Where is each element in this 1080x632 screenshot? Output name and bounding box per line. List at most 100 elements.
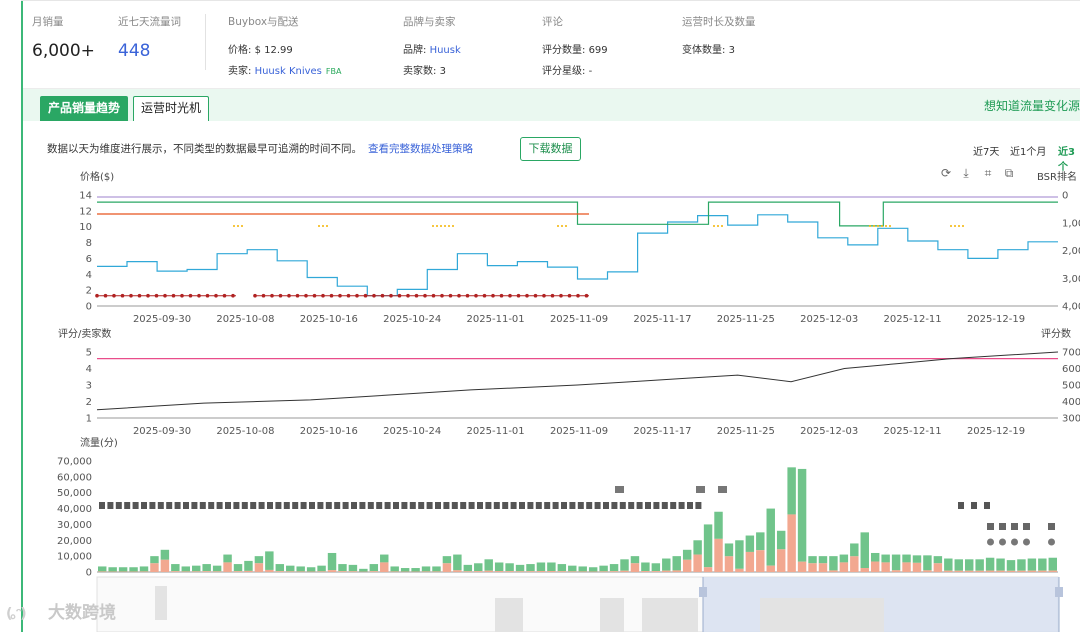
bsr-tick-label: 1,00 [1062,218,1080,229]
traffic-bar-ad-part [933,563,943,572]
traffic-bar-ad-part [902,562,911,572]
traffic-bar [223,554,232,563]
traffic-bar [672,556,681,571]
traffic-bar [651,563,661,572]
traffic-bar [338,564,347,572]
traffic-bar-ad-part [985,570,995,572]
event-flag-icon [199,502,206,509]
date-tick-label: 2025-09-30 [133,314,191,325]
event-flag-icon [552,502,559,509]
traffic-bar-ad-part [682,559,692,572]
traffic-bar [850,543,859,557]
traffic-bar-ad-part [275,571,285,572]
review-tick-label: 3 [86,381,92,392]
traffic-bar [860,532,869,569]
traffic-bar [400,568,410,572]
event-flag-icon [401,502,408,509]
review-count-tick-label: 300 [1062,414,1080,425]
traffic-bar-ad-part [212,571,222,572]
traffic-bar-ad-part [609,571,619,572]
date-tick-label: 2025-11-17 [633,314,691,325]
traffic-bar-ad-part [139,571,149,572]
event-marker-icon [1023,523,1030,530]
date-tick-label: 2025-10-16 [300,426,358,437]
traffic-bar-ad-part [923,570,932,572]
event-flag-icon [107,502,114,509]
date-tick-label: 2025-12-03 [800,426,858,437]
event-flag-icon [586,502,593,509]
traffic-bar [254,556,264,564]
traffic-bar [265,551,274,570]
traffic-bar-ad-part [1048,570,1057,572]
traffic-bar-ad-part [756,550,765,572]
traffic-bar [578,566,587,572]
range-grip-right-icon [1055,587,1063,597]
traffic-tick-label: 0 [86,568,92,579]
event-flag-icon [359,502,366,509]
traffic-bar [933,556,943,564]
traffic-bar [912,555,922,563]
traffic-bar [359,568,368,572]
navigator-preview-bar [600,598,624,632]
event-flag-icon [115,502,122,509]
traffic-bar-ad-part [296,571,305,572]
traffic-bar [244,560,253,571]
traffic-bar [985,557,995,571]
traffic-bar-ad-part [735,568,744,572]
traffic-bar [588,567,598,572]
date-tick-label: 2025-12-19 [967,426,1025,437]
price-tick-label: 0 [86,302,92,313]
traffic-bar-ad-part [808,563,817,572]
traffic-bar-ad-part [526,571,535,572]
page: 月销量 6,000+ 近七天流量词 448 Buybox与配送 价格: $ 12… [0,0,1080,632]
date-tick-label: 2025-12-19 [967,314,1025,325]
traffic-bar [808,556,817,564]
event-flag-icon [451,502,458,509]
event-flag-icon [183,502,189,509]
review-count-tick-label: 400 [1062,397,1080,408]
traffic-bar-ad-part [776,549,786,572]
date-tick-label: 2025-10-24 [383,426,441,437]
event-flag-icon [342,502,349,509]
traffic-bar [108,567,117,572]
event-flag-icon [611,502,618,509]
traffic-bar [474,563,483,572]
event-flag-icon [258,502,265,509]
traffic-bar [766,508,775,566]
event-flag-icon [510,502,517,509]
review-tick-label: 5 [86,348,92,359]
event-flag-icon [367,502,374,509]
traffic-bar-ad-part [244,570,253,572]
traffic-bar [964,559,974,571]
bsr-tick-label: 2,00 [1062,246,1080,257]
event-flag-icon [493,502,500,509]
event-flag-icon [603,502,609,509]
traffic-bar [327,552,337,571]
event-flag-icon [653,502,660,509]
event-flag-icon [636,502,643,509]
traffic-bar [192,565,201,572]
watermark-logo-icon: (｡ᵔ) [6,606,27,622]
event-flag-icon [292,502,299,509]
chart-canvas[interactable]: 价格($)BSR排名1412108642001,002,003,004,0020… [0,0,1080,632]
traffic-bar-ad-part [390,571,399,572]
traffic-bar-ad-part [202,571,211,572]
traffic-bar-ad-part [766,565,775,572]
traffic-bar-ad-part [975,570,984,572]
event-dot-icon [987,538,994,546]
event-flag-icon [166,502,173,509]
event-flag-icon [216,502,223,509]
traffic-bar [881,554,890,563]
date-tick-label: 2025-11-09 [550,426,608,437]
traffic-bar [724,543,734,557]
traffic-bar [118,567,128,572]
traffic-bar [380,554,389,563]
date-tick-label: 2025-10-08 [216,426,274,437]
traffic-bar-ad-part [703,567,713,572]
date-tick-label: 2025-09-30 [133,426,191,437]
traffic-bar-ad-part [714,538,723,572]
traffic-bar-ad-part [421,571,431,572]
watermark-text: 大数跨境 [48,603,116,623]
event-flag-icon [157,502,164,509]
traffic-tick-label: 50,000 [57,488,92,499]
